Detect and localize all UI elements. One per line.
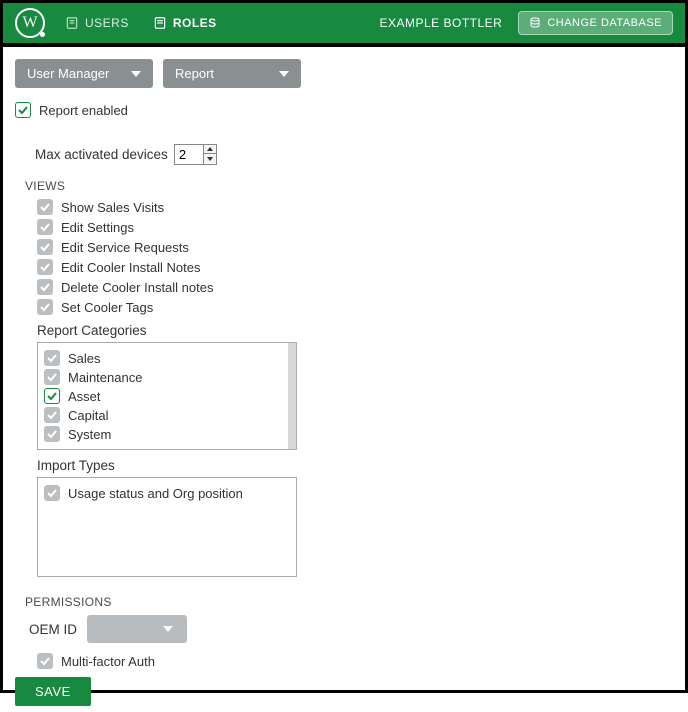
import-types-heading: Import Types [37,458,673,473]
chevron-down-icon [279,71,289,77]
category-item[interactable]: Sales [44,350,290,366]
report-categories-heading: Report Categories [37,323,673,338]
views-checkbox[interactable] [37,219,53,235]
category-label: Sales [68,351,101,366]
category-label: Asset [68,389,101,404]
views-item: Edit Service Requests [37,239,673,255]
change-db-label: CHANGE DATABASE [547,17,662,29]
content: User Manager Report Report enabled Max a… [3,47,685,712]
category-label: System [68,427,111,442]
views-item-label: Set Cooler Tags [61,300,153,315]
stepper-up[interactable] [204,145,216,154]
category-checkbox[interactable] [44,350,60,366]
views-item: Set Cooler Tags [37,299,673,315]
logo: W [15,8,45,38]
category-item[interactable]: Asset [44,388,290,404]
views-checkbox[interactable] [37,279,53,295]
chevron-down-icon [163,626,173,632]
views-item: Delete Cooler Install notes [37,279,673,295]
view-selected: Report [175,66,214,81]
change-database-button[interactable]: CHANGE DATABASE [518,11,673,35]
views-checkbox[interactable] [37,239,53,255]
nav-users[interactable]: USERS [65,16,129,30]
report-categories-listbox[interactable]: Sales Maintenance Asset Capital System [37,342,297,450]
view-dropdown[interactable]: Report [163,59,301,88]
database-icon [529,17,541,29]
report-enabled-checkbox[interactable] [15,102,31,118]
views-item-label: Edit Cooler Install Notes [61,260,200,275]
oem-id-dropdown[interactable] [87,615,187,643]
views-item-label: Show Sales Visits [61,200,164,215]
category-item[interactable]: Capital [44,407,290,423]
import-types-listbox[interactable]: Usage status and Org position [37,477,297,577]
views-item: Edit Settings [37,219,673,235]
chevron-down-icon [131,71,141,77]
brand-name: EXAMPLE BOTTLER [379,16,502,30]
category-checkbox[interactable] [44,426,60,442]
category-checkbox[interactable] [44,407,60,423]
max-devices-input[interactable] [175,145,203,164]
mfa-checkbox[interactable] [37,653,53,669]
views-item-label: Delete Cooler Install notes [61,280,213,295]
views-item-label: Edit Service Requests [61,240,189,255]
views-checkbox[interactable] [37,259,53,275]
views-checkbox[interactable] [37,199,53,215]
stepper-down[interactable] [204,154,216,163]
category-item[interactable]: System [44,426,290,442]
category-label: Maintenance [68,370,142,385]
topbar: W USERS ROLES EXAMPLE BOTTLER CHANGE DAT… [3,3,685,43]
nav-users-label: USERS [85,16,129,30]
views-item: Show Sales Visits [37,199,673,215]
oem-id-label: OEM ID [29,622,77,637]
scrollbar[interactable] [288,343,296,449]
views-item: Edit Cooler Install Notes [37,259,673,275]
nav-roles-label: ROLES [173,16,217,30]
permissions-heading: PERMISSIONS [25,595,673,609]
mfa-label: Multi-factor Auth [61,654,155,669]
import-type-item[interactable]: Usage status and Org position [44,485,290,501]
views-item-label: Edit Settings [61,220,134,235]
category-checkbox[interactable] [44,388,60,404]
module-selected: User Manager [27,66,109,81]
report-enabled-label: Report enabled [39,103,128,118]
views-list: Show Sales Visits Edit Settings Edit Servi… [37,199,673,315]
nav-roles[interactable]: ROLES [153,16,217,30]
max-devices-label: Max activated devices [35,147,168,162]
max-devices-stepper[interactable] [174,144,217,165]
save-button[interactable]: SAVE [15,677,91,706]
import-type-label: Usage status and Org position [68,486,243,501]
category-checkbox[interactable] [44,369,60,385]
views-heading: VIEWS [25,179,673,193]
category-label: Capital [68,408,108,423]
users-icon [65,16,79,30]
roles-icon [153,16,167,30]
views-checkbox[interactable] [37,299,53,315]
category-item[interactable]: Maintenance [44,369,290,385]
module-dropdown[interactable]: User Manager [15,59,153,88]
import-type-checkbox[interactable] [44,485,60,501]
